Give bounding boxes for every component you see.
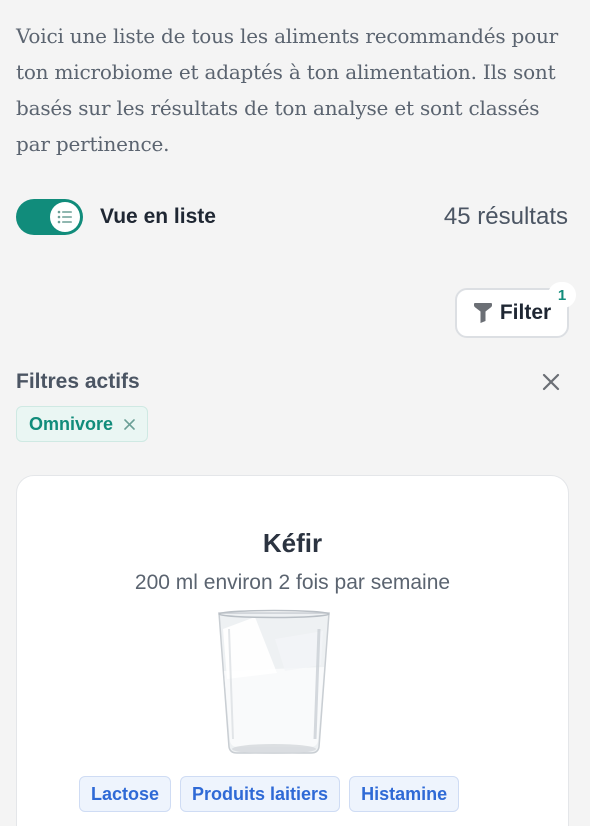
food-tags: Lactose Produits laitiers Histamine bbox=[79, 776, 460, 812]
filter-count-badge: 1 bbox=[548, 282, 576, 308]
results-count: 45 résultats bbox=[443, 203, 568, 230]
filter-chip-label: Omnivore bbox=[29, 413, 114, 434]
close-icon bbox=[542, 373, 560, 391]
remove-chip-icon[interactable] bbox=[124, 418, 135, 430]
view-toggle-label: Vue en liste bbox=[100, 205, 216, 228]
food-list-page: Voici une liste de tous les aliments rec… bbox=[0, 0, 590, 826]
list-view-toggle[interactable] bbox=[16, 199, 83, 235]
view-row: Vue en liste 45 résultats bbox=[16, 199, 568, 235]
food-card[interactable]: Kéfir 200 ml environ 2 fois par semaine … bbox=[16, 475, 569, 826]
clear-filters-button[interactable] bbox=[540, 371, 562, 393]
toggle-knob bbox=[50, 202, 80, 232]
funnel-icon bbox=[473, 303, 492, 323]
filter-label: Filter bbox=[499, 301, 552, 324]
tag-dairy: Produits laitiers bbox=[180, 776, 341, 812]
food-title: Kéfir bbox=[262, 528, 323, 558]
list-icon bbox=[57, 210, 72, 224]
active-filters-header: Filtres actifs bbox=[16, 368, 568, 396]
food-portion: 200 ml environ 2 fois par semaine bbox=[134, 571, 451, 594]
active-filters-title: Filtres actifs bbox=[16, 370, 140, 393]
tag-histamine: Histamine bbox=[349, 776, 460, 812]
intro-text: Voici une liste de tous les aliments rec… bbox=[16, 24, 559, 156]
filter-chip-omnivore[interactable]: Omnivore bbox=[16, 406, 149, 442]
tag-lactose: Lactose bbox=[79, 776, 172, 812]
kefir-glass-image bbox=[218, 609, 330, 754]
